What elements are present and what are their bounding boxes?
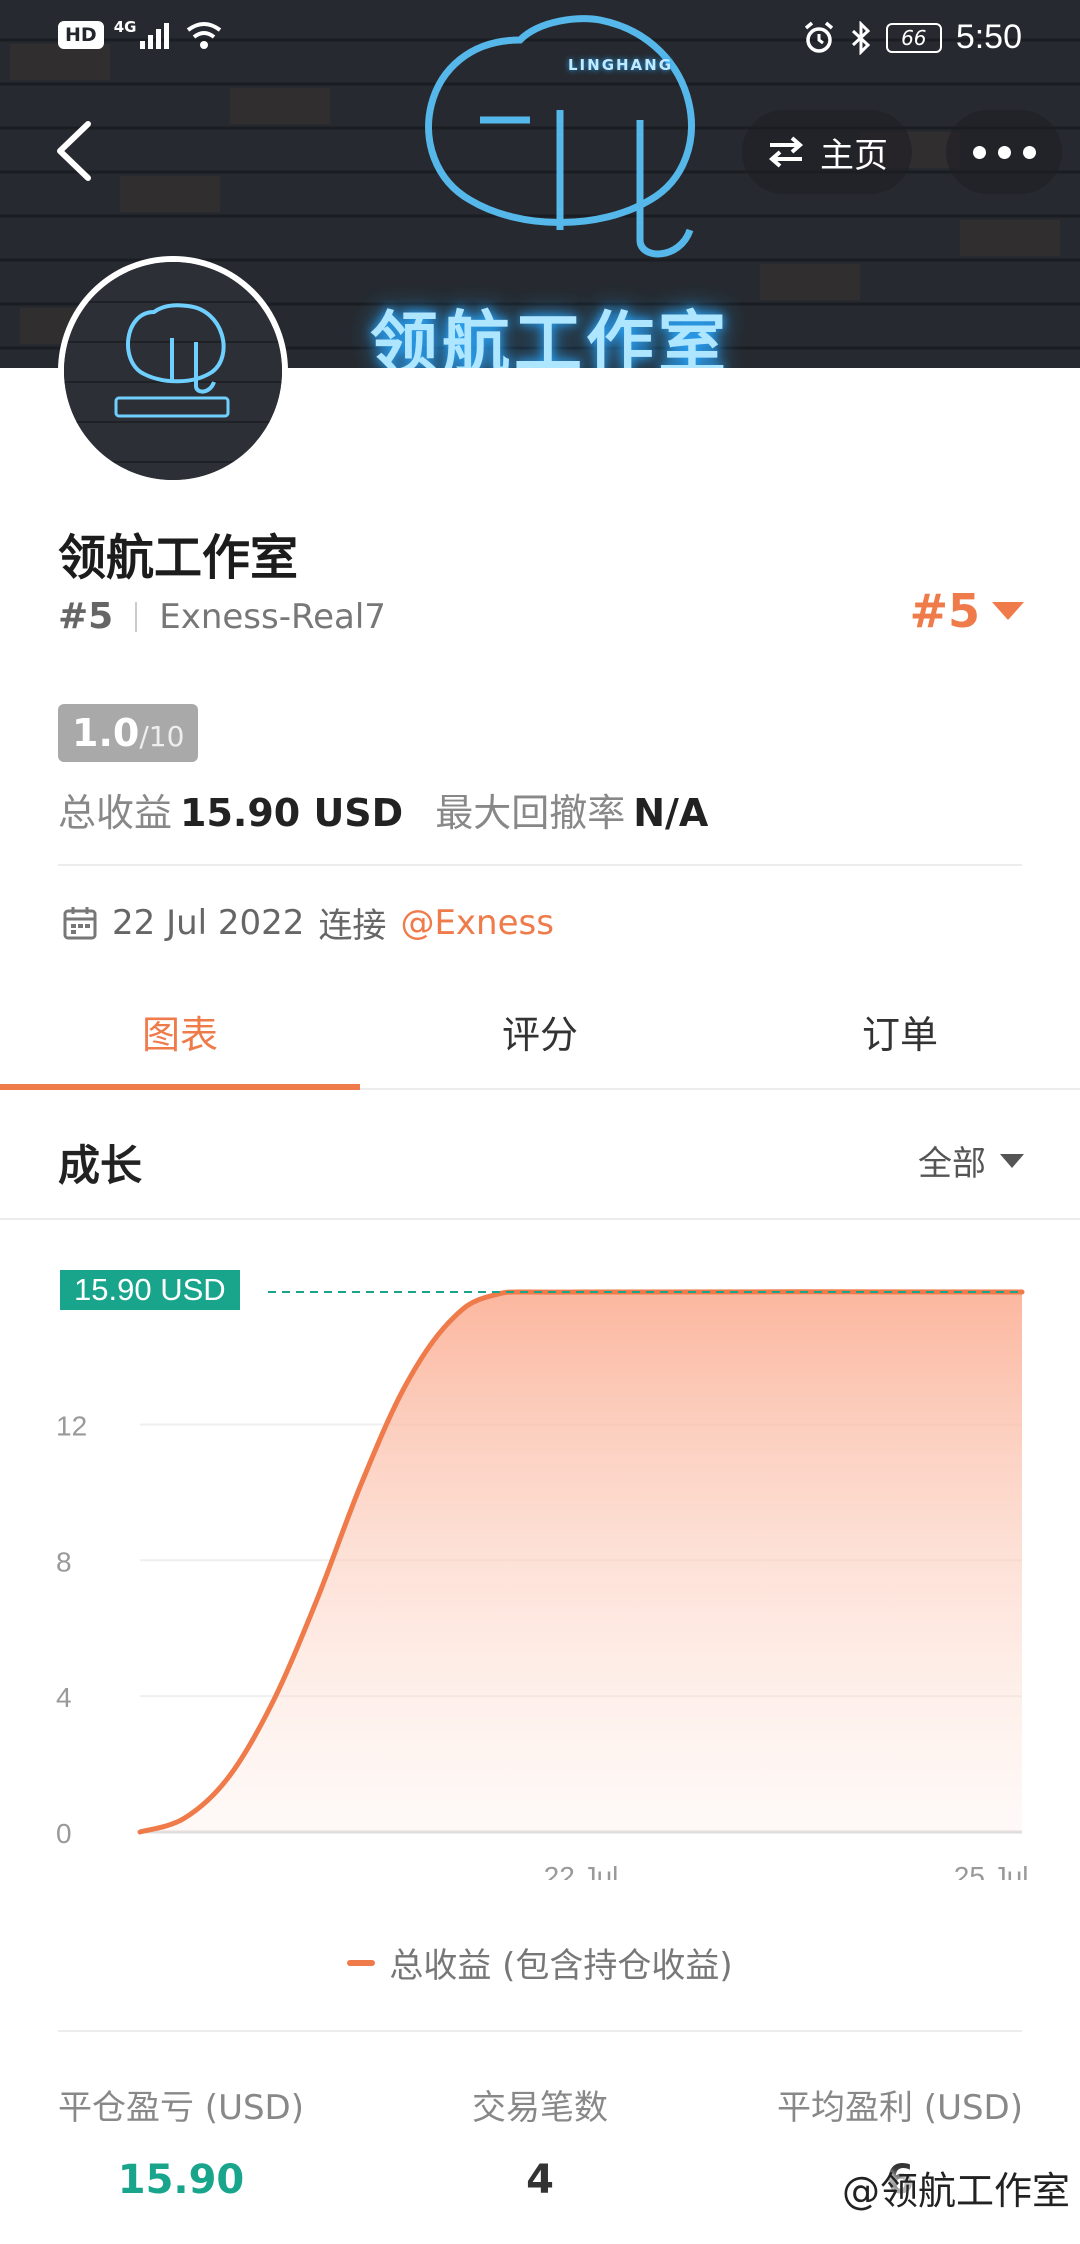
stat-trade-count: 交易笔数 4 <box>430 2080 650 2203</box>
score-max: /10 <box>139 720 185 753</box>
tab-orders[interactable]: 订单 <box>720 974 1080 1088</box>
tab-rating[interactable]: 评分 <box>360 974 720 1088</box>
tab-chart[interactable]: 图表 <box>0 974 360 1090</box>
summary-stats: 总收益 15.90 USD 最大回撤率 N/A <box>58 782 708 837</box>
separator <box>135 601 138 632</box>
connect-row: 22 Jul 2022 连接 @Exness <box>62 898 554 947</box>
status-left: HD 4G <box>58 18 224 50</box>
status-right: 66 5:50 <box>802 18 1022 57</box>
x-tick-label: 22 Jul <box>544 1861 619 1880</box>
network-type: 4G <box>113 18 137 36</box>
legend-label: 总收益 (包含持仓收益) <box>389 1946 733 1986</box>
divider <box>58 864 1022 866</box>
watermark: @领航工作室 <box>841 2169 1070 2213</box>
rank-number: #5 <box>58 596 114 637</box>
rank-dropdown[interactable]: #5 <box>909 584 1024 638</box>
home-button[interactable]: 主页 <box>742 110 912 194</box>
profile-name: 领航工作室 <box>58 530 299 586</box>
avatar[interactable] <box>58 256 288 486</box>
growth-chart: 0 4 8 12 22 Jul 25 Jul 15.90 USD <box>0 1240 1080 1880</box>
tab-bar: 图表 评分 订单 <box>0 974 1080 1090</box>
wifi-icon <box>187 22 222 49</box>
stat-label: 平仓盈亏 (USD) <box>58 2088 304 2128</box>
score-value: 1.0 <box>72 711 140 755</box>
growth-chart-svg: 0 4 8 12 22 Jul 25 Jul <box>56 1289 1029 1880</box>
growth-title: 成长 <box>58 1141 143 1190</box>
calendar-icon <box>63 906 97 939</box>
more-dot-icon <box>972 145 986 159</box>
total-return-value: 15.90 USD <box>180 791 404 835</box>
status-time: 5:50 <box>955 18 1022 56</box>
back-button[interactable] <box>52 118 96 184</box>
home-label: 主页 <box>820 135 888 176</box>
max-drawdown-label: 最大回撤率 <box>435 791 626 835</box>
rank-dropdown-label: #5 <box>909 584 980 638</box>
bluetooth-icon <box>851 20 870 55</box>
y-tick-label: 8 <box>56 1546 72 1577</box>
stat-value: 4 <box>526 2157 554 2203</box>
max-drawdown-value: N/A <box>633 791 709 835</box>
stat-value: 15.90 <box>117 2157 245 2203</box>
y-tick-label: 12 <box>56 1410 87 1441</box>
y-tick-label: 4 <box>56 1682 72 1713</box>
y-tick-label: 0 <box>56 1818 72 1849</box>
score-badge: 1.0 /10 <box>58 704 199 762</box>
stat-closed-pnl: 平仓盈亏 (USD) 15.90 <box>56 2080 306 2203</box>
swap-icon <box>768 136 804 168</box>
connect-label: 连接 <box>318 906 387 946</box>
stat-label: 平均盈利 (USD) <box>777 2088 1023 2128</box>
series-area <box>140 1291 1022 1832</box>
connect-date: 22 Jul 2022 <box>112 902 305 943</box>
neon-banner-title: 领航工作室 <box>370 305 731 368</box>
chevron-left-icon <box>57 121 91 181</box>
signal-icon <box>140 23 170 49</box>
more-dot-icon <box>997 145 1011 159</box>
avatar-logo-image <box>64 262 282 480</box>
battery-icon: 66 <box>885 22 942 53</box>
rank-row: #5 Exness-Real7 <box>58 596 386 637</box>
chart-legend: 总收益 (包含持仓收益) <box>0 1938 1080 1987</box>
divider <box>58 2030 1022 2032</box>
stat-label: 交易笔数 <box>472 2088 608 2128</box>
status-bar: HD 4G 66 5:50 <box>0 0 1080 86</box>
growth-section-header: 成长 全部 <box>0 1092 1080 1220</box>
x-tick-label: 25 Jul <box>954 1861 1029 1880</box>
more-dot-icon <box>1022 145 1036 159</box>
broker-link[interactable]: @Exness <box>400 903 554 943</box>
more-button[interactable] <box>946 110 1062 194</box>
caret-down-icon <box>1000 1153 1024 1168</box>
range-label: 全部 <box>918 1144 986 1184</box>
caret-down-icon <box>992 602 1024 620</box>
total-return-label: 总收益 <box>58 791 173 835</box>
hd-icon: HD <box>58 21 104 49</box>
range-dropdown[interactable]: 全部 <box>918 1136 1024 1185</box>
max-value-label: 15.90 USD <box>60 1270 240 1310</box>
alarm-icon <box>804 21 833 53</box>
legend-swatch <box>347 1959 376 1966</box>
server-name: Exness-Real7 <box>159 596 386 637</box>
